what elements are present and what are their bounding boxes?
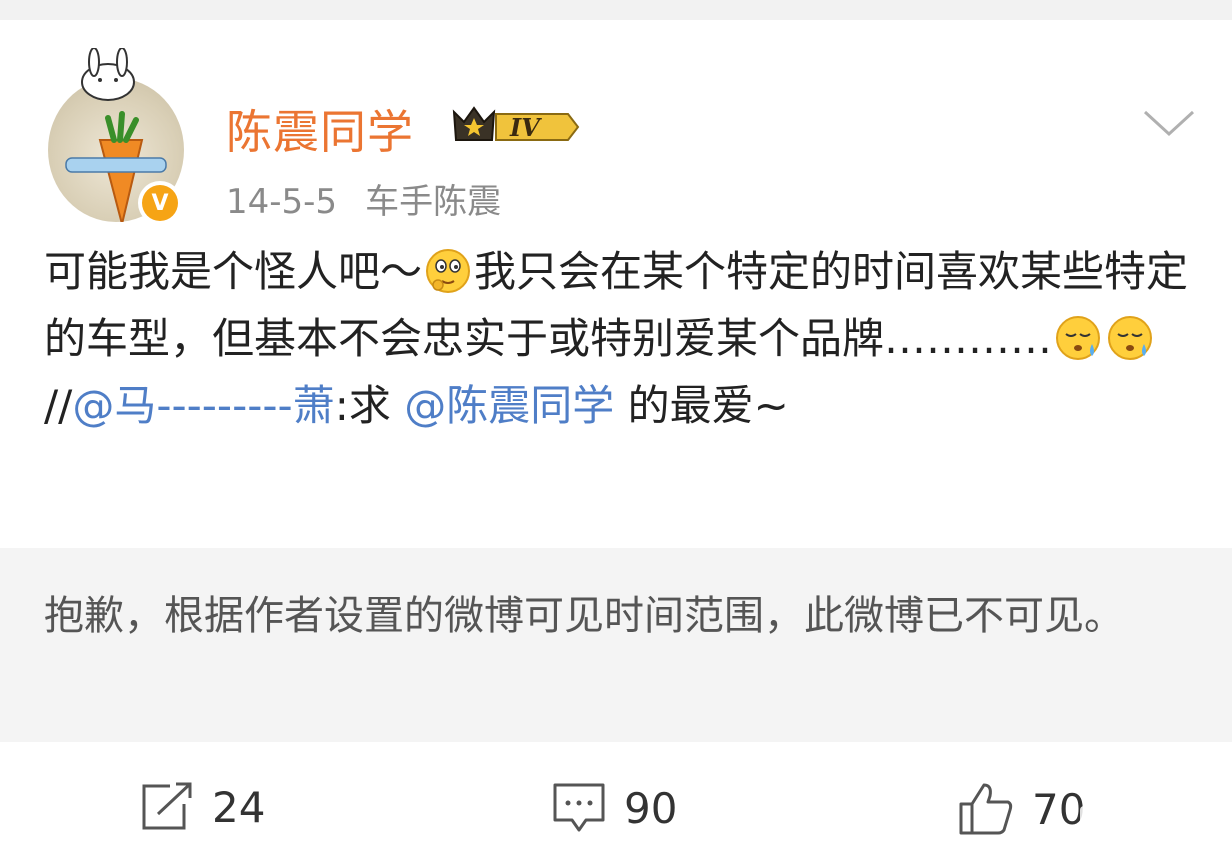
mention-link[interactable]: @马---------萧 xyxy=(72,381,334,430)
share-icon xyxy=(142,782,192,830)
crown-level-icon[interactable]: IV xyxy=(450,100,582,150)
post-source: 车手陈震 xyxy=(365,182,502,222)
verified-badge: V xyxy=(138,181,182,225)
post-text-4: :求 xyxy=(334,381,405,430)
comment-button[interactable]: 90 xyxy=(552,782,677,834)
sleepy-emoji-icon xyxy=(1054,314,1102,362)
post-text-5: 的最爱~ xyxy=(614,381,789,430)
verified-v-icon: V xyxy=(142,185,178,221)
action-bar: 24 90 70 xyxy=(0,742,1232,862)
post-date[interactable]: 14-5-5 xyxy=(226,182,337,222)
notice-text: 抱歉，根据作者设置的微博可见时间范围，此微博已不可见。 xyxy=(44,593,1124,639)
sleepy-emoji-icon xyxy=(1106,314,1154,362)
chevron-down-icon[interactable] xyxy=(1143,108,1195,142)
comment-icon xyxy=(553,783,605,832)
post-header: V 陈震同学 IV 14-5-5 车手陈震 xyxy=(0,20,1232,225)
post-text-3: // xyxy=(44,381,73,430)
top-divider xyxy=(0,0,1232,20)
post-meta: 14-5-5 车手陈震 xyxy=(226,174,501,223)
post-text-1: 可能我是个怪人吧～ xyxy=(44,247,423,296)
mention-link[interactable]: @陈震同学 xyxy=(404,381,614,430)
repost-button[interactable]: 24 xyxy=(140,782,265,832)
watermark-overlay xyxy=(1080,806,1220,850)
level-text: IV xyxy=(509,113,542,142)
post-content: 可能我是个怪人吧～ 我只会在某个特定的时间喜欢某些特定的车型，但基本不会忠实于或特… xyxy=(44,238,1194,439)
thinking-emoji-icon xyxy=(424,247,472,295)
like-button[interactable]: 70 xyxy=(958,782,1085,836)
repost-count: 24 xyxy=(212,782,266,832)
comment-count: 90 xyxy=(624,783,678,833)
username[interactable]: 陈震同学 xyxy=(226,96,414,162)
thumbs-up-icon xyxy=(959,783,1013,835)
repost-unavailable-notice[interactable]: 抱歉，根据作者设置的微博可见时间范围，此微博已不可见。 xyxy=(0,548,1232,742)
like-count: 70 xyxy=(1032,784,1086,834)
